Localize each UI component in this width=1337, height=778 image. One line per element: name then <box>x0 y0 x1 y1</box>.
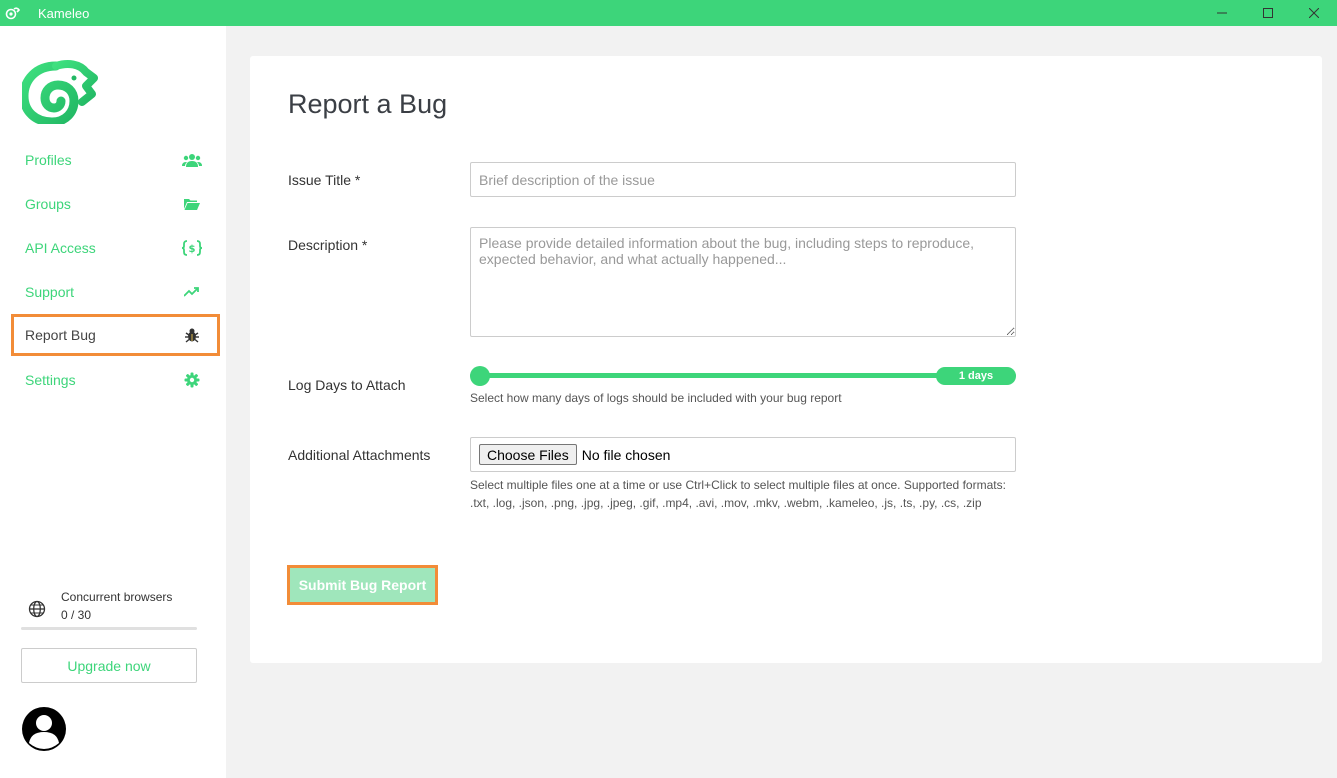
close-icon <box>1309 8 1319 18</box>
slider-thumb[interactable] <box>470 366 490 386</box>
attachments-hint: Select multiple files one at a time or u… <box>470 478 1006 510</box>
svg-text:$: $ <box>189 244 196 255</box>
sidebar-item-support[interactable]: Support <box>11 271 220 313</box>
sidebar-item-label: Settings <box>25 372 76 388</box>
page-title: Report a Bug <box>288 89 448 119</box>
sidebar-item-groups[interactable]: Groups <box>11 183 220 225</box>
concurrent-usage-bar <box>21 627 197 630</box>
minimize-button[interactable] <box>1199 0 1245 26</box>
avatar[interactable] <box>21 706 67 752</box>
sidebar-item-profiles[interactable]: Profiles <box>11 139 220 181</box>
concurrent-count: 0 / 30 <box>61 608 92 622</box>
sidebar-item-settings[interactable]: Settings <box>11 359 220 401</box>
sidebar-item-api-access[interactable]: API Access $ <box>11 227 220 269</box>
upgrade-button[interactable]: Upgrade now <box>21 648 197 683</box>
maximize-button[interactable] <box>1245 0 1291 26</box>
sidebar: Profiles Groups API Access $ Support Rep… <box>0 26 226 778</box>
sidebar-item-label: Support <box>25 284 75 300</box>
trend-up-icon <box>182 283 202 301</box>
globe-icon <box>28 600 46 623</box>
file-input[interactable]: Choose Files No file chosen <box>470 437 1016 472</box>
close-button[interactable] <box>1291 0 1337 26</box>
sidebar-item-label: Report Bug <box>25 327 96 343</box>
folder-open-icon <box>182 195 202 213</box>
window-controls <box>1199 0 1337 26</box>
gear-icon <box>182 371 202 389</box>
description-label: Description * <box>288 237 368 253</box>
users-icon <box>182 151 202 169</box>
concurrent-label: Concurrent browsers <box>61 590 173 604</box>
attachments-label: Additional Attachments <box>288 447 431 463</box>
kameleo-logo-icon <box>0 0 26 26</box>
log-days-hint: Select how many days of logs should be i… <box>470 391 842 405</box>
choose-files-button[interactable]: Choose Files <box>479 444 577 465</box>
submit-bug-report-button[interactable]: Submit Bug Report <box>290 568 435 602</box>
maximize-icon <box>1263 8 1273 18</box>
bug-icon <box>182 326 202 344</box>
title-bar: Kameleo <box>0 0 1337 26</box>
submit-button-highlight: Submit Bug Report <box>287 565 438 605</box>
bug-report-card: Report a Bug Issue Title * Description *… <box>250 56 1322 663</box>
sidebar-item-label: Groups <box>25 196 71 212</box>
file-status: No file chosen <box>581 446 671 463</box>
slider-value-badge: 1 days <box>936 367 1016 385</box>
kameleo-logo-icon <box>19 60 98 127</box>
sidebar-item-report-bug[interactable]: Report Bug <box>11 314 220 356</box>
issue-title-label: Issue Title * <box>288 172 361 188</box>
minimize-icon <box>1217 12 1227 14</box>
sidebar-item-label: Profiles <box>25 152 72 168</box>
issue-title-input[interactable] <box>470 162 1016 197</box>
log-days-slider[interactable]: 1 days <box>470 366 1016 386</box>
sidebar-item-label: API Access <box>25 240 96 256</box>
description-textarea[interactable] <box>470 227 1016 337</box>
slider-track <box>470 373 1016 378</box>
code-braces-icon: $ <box>182 239 202 257</box>
concurrent-browsers: Concurrent browsers 0 / 30 <box>21 588 197 632</box>
log-days-label: Log Days to Attach <box>288 377 406 393</box>
window-title: Kameleo <box>38 5 90 21</box>
kameleo-logo <box>19 58 98 127</box>
user-avatar-icon <box>22 707 66 751</box>
